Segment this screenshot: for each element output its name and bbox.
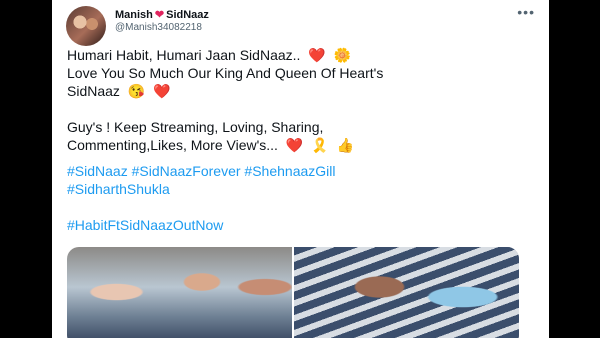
tweet-text: Humari Habit, Humari Jaan SidNaaz.. ❤️ 🌼… xyxy=(67,46,537,234)
hashtag-link[interactable]: #SidharthShukla xyxy=(67,181,170,197)
avatar[interactable] xyxy=(66,6,106,46)
author-name[interactable]: Manish ❤ SidNaaz xyxy=(115,8,209,22)
hashtag-line-2: #SidharthShukla xyxy=(67,180,537,198)
thumbs-up-emoji: 👍 xyxy=(336,137,354,153)
tweet-card: Manish ❤ SidNaaz @Manish34082218 ••• Hum… xyxy=(52,0,549,338)
author-handle[interactable]: @Manish34082218 xyxy=(115,22,202,33)
tweet-media[interactable] xyxy=(67,247,519,338)
heart-emoji: ❤️ xyxy=(308,47,326,63)
text-line-4: Guy's ! Keep Streaming, Loving, Sharing, xyxy=(67,119,324,135)
hashtags: #SidNaaz #SidNaazForever #ShehnaazGill #… xyxy=(67,162,537,234)
kiss-emoji: 😘 xyxy=(127,83,146,99)
heart-emoji: ❤️ xyxy=(153,83,171,99)
hashtag-line-1: #SidNaaz #SidNaazForever #ShehnaazGill xyxy=(67,162,537,180)
hashtag-link[interactable]: #SidNaaz xyxy=(67,163,128,179)
heart-icon: ❤ xyxy=(154,9,165,21)
flower-emoji: 🌼 xyxy=(333,47,352,63)
heart-emoji: ❤️ xyxy=(285,137,304,153)
more-options-icon[interactable]: ••• xyxy=(517,4,535,20)
media-image-2[interactable] xyxy=(294,247,519,338)
text-line-5: Commenting,Likes, More View's... ❤️ 🎗️ 👍 xyxy=(67,137,354,153)
hashtag-link[interactable]: #ShehnaazGill xyxy=(244,163,335,179)
hashtag-line-3: #HabitFtSidNaazOutNow xyxy=(67,216,537,234)
media-image-1[interactable] xyxy=(67,247,292,338)
ribbon-emoji: 🎗️ xyxy=(311,137,329,153)
hashtag-link[interactable]: #HabitFtSidNaazOutNow xyxy=(67,217,223,233)
text-line-1: Humari Habit, Humari Jaan SidNaaz.. ❤️ 🌼 xyxy=(67,47,352,63)
text-line-2: Love You So Much Our King And Queen Of H… xyxy=(67,65,384,81)
hashtag-link[interactable]: #SidNaazForever xyxy=(132,163,241,179)
text-line-3: SidNaaz 😘 ❤️ xyxy=(67,83,171,99)
